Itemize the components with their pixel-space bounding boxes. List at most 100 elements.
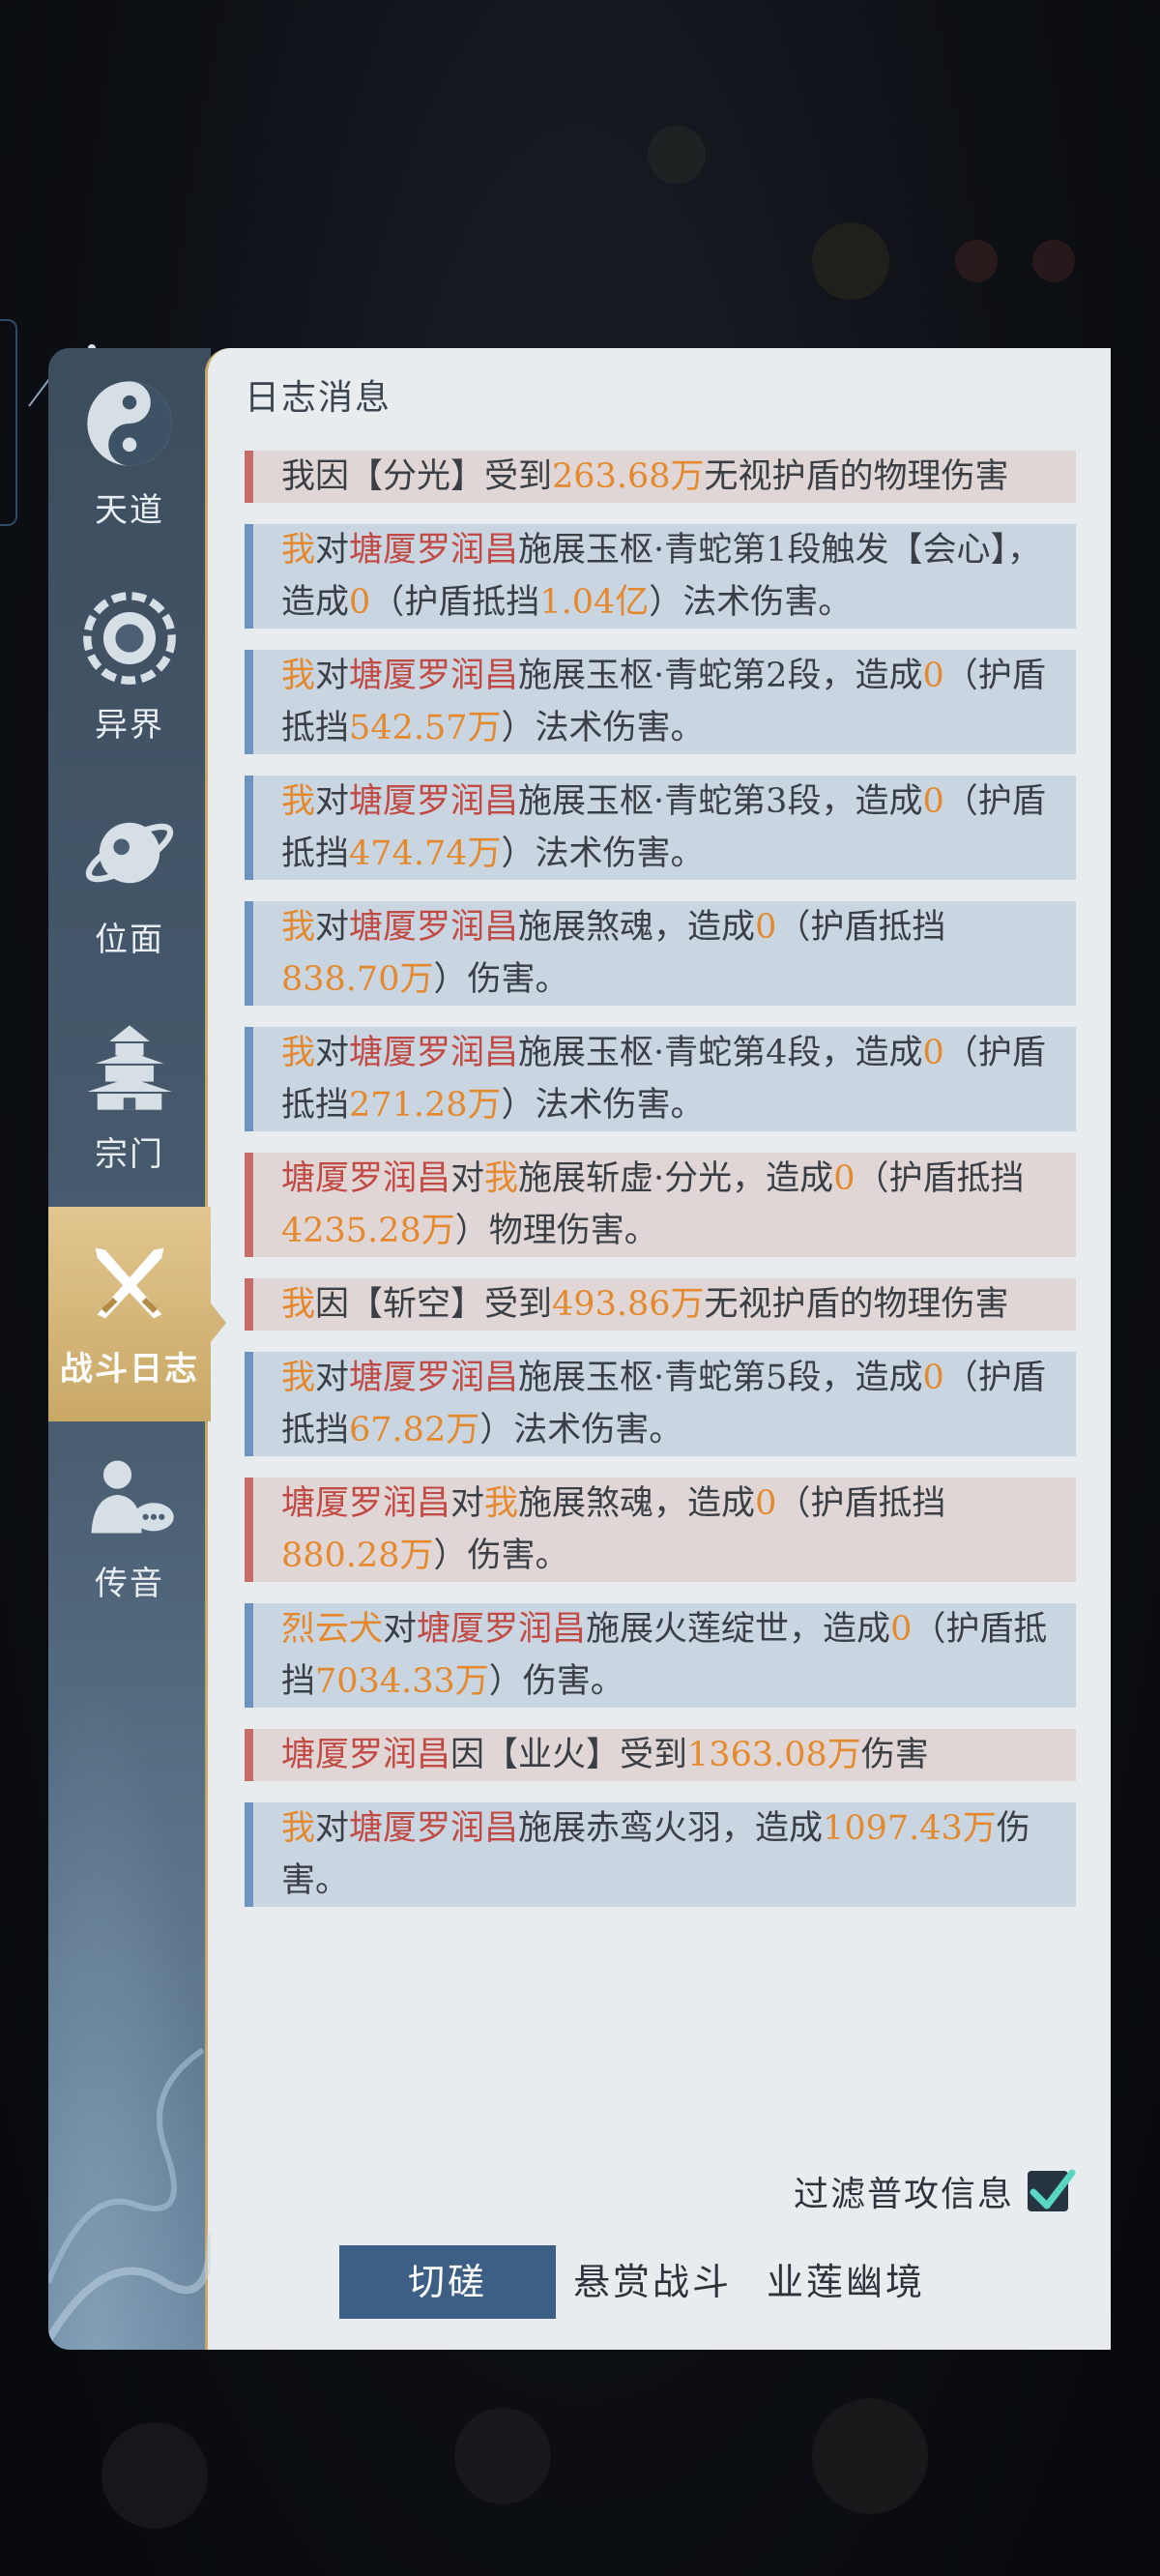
log-highlight-value: 我 xyxy=(484,1484,519,1523)
filter-checkbox[interactable] xyxy=(1028,2169,1076,2211)
log-enemy-name: 塘厦罗润昌 xyxy=(349,1809,519,1848)
log-tabs: 切磋 悬赏战斗 业莲幽境 xyxy=(339,2245,942,2319)
log-text: 无视护盾的物理伤害 xyxy=(704,457,1009,496)
log-enemy-name: 塘厦罗润昌 xyxy=(281,1484,451,1523)
log-text: 施展玉枢·青蛇第4段，造成 xyxy=(518,1034,923,1072)
log-highlight-value: 0 xyxy=(922,1034,944,1072)
log-text: 对 xyxy=(315,1359,350,1397)
log-highlight-value: 493.86万 xyxy=(552,1285,705,1324)
sidebar-item-label: 传音 xyxy=(95,1565,164,1603)
log-entry: 我因【分光】受到263.68万无视护盾的物理伤害 xyxy=(245,451,1076,503)
log-highlight-value: 我 xyxy=(281,908,316,947)
log-text: 无视护盾的物理伤害 xyxy=(704,1285,1009,1324)
tab-bounty-battle[interactable]: 悬赏战斗 xyxy=(556,2245,749,2319)
log-list[interactable]: 我因【分光】受到263.68万无视护盾的物理伤害我对塘厦罗润昌施展玉枢·青蛇第1… xyxy=(245,451,1076,2147)
log-entry: 我对塘厦罗润昌施展玉枢·青蛇第4段，造成0（护盾抵挡271.28万）法术伤害。 xyxy=(245,1027,1076,1131)
log-highlight-value: 271.28万 xyxy=(349,1086,502,1125)
log-text: ）法术伤害。 xyxy=(501,709,705,747)
sidebar-item-battle-log[interactable]: 战斗日志 xyxy=(48,1207,211,1421)
log-highlight-value: 我 xyxy=(484,1159,519,1198)
log-text: 施展火莲绽世，造成 xyxy=(586,1610,891,1649)
sidebar-item-chuanyin[interactable]: 传音 xyxy=(48,1421,211,1636)
pagoda-icon xyxy=(87,1025,172,1110)
log-highlight-value: 542.57万 xyxy=(349,709,502,747)
log-text: 对 xyxy=(450,1159,485,1198)
crossed-swords-icon xyxy=(95,1247,164,1319)
log-entry: 我对塘厦罗润昌施展玉枢·青蛇第1段触发【会心】，造成0（护盾抵挡1.04亿）法术… xyxy=(245,524,1076,629)
yin-yang-icon xyxy=(87,381,172,466)
sidebar-item-label: 战斗日志 xyxy=(60,1350,199,1389)
log-text: （护盾抵挡 xyxy=(776,908,946,947)
side-handle[interactable] xyxy=(0,319,17,526)
log-text: ）伤害。 xyxy=(433,960,569,999)
sidebar-item-label: 天道 xyxy=(95,491,164,530)
log-text: 施展煞魂，造成 xyxy=(518,1484,756,1523)
log-text: 施展煞魂，造成 xyxy=(518,908,756,947)
portal-icon xyxy=(83,592,176,685)
log-highlight-value: 烈云犬 xyxy=(281,1610,384,1649)
log-highlight-value: 0 xyxy=(755,1484,777,1523)
log-entry: 我对塘厦罗润昌施展玉枢·青蛇第2段，造成0（护盾抵挡542.57万）法术伤害。 xyxy=(245,650,1076,754)
filter-normal-attack[interactable]: 过滤普攻信息 xyxy=(794,2166,1076,2216)
log-text: ）伤害。 xyxy=(433,1537,569,1575)
checkmark-icon xyxy=(1030,2169,1076,2210)
sidebar-item-zongmen[interactable]: 宗门 xyxy=(48,992,211,1207)
log-text: 施展玉枢·青蛇第2段，造成 xyxy=(518,657,923,695)
log-text: （护盾抵挡 xyxy=(855,1159,1025,1198)
log-text: ）法术伤害。 xyxy=(649,583,853,622)
sidebar-item-yijie[interactable]: 异界 xyxy=(48,563,211,777)
log-enemy-name: 塘厦罗润昌 xyxy=(349,1034,519,1072)
sidebar-item-label: 宗门 xyxy=(95,1135,164,1174)
sidebar-item-tiandao[interactable]: 天道 xyxy=(48,348,211,563)
cloud-wave-decoration xyxy=(48,2047,211,2343)
log-enemy-name: 塘厦罗润昌 xyxy=(349,1359,519,1397)
planet-icon xyxy=(85,822,174,884)
log-highlight-value: 我 xyxy=(281,1285,316,1324)
log-highlight-value: 0 xyxy=(349,583,371,622)
log-text: 我 xyxy=(281,457,316,496)
log-highlight-value: 0 xyxy=(890,1610,913,1649)
log-text: ）法术伤害。 xyxy=(479,1411,683,1449)
log-enemy-name: 塘厦罗润昌 xyxy=(349,531,519,570)
log-highlight-value: 我 xyxy=(281,1809,316,1848)
log-text: 施展斩虚·分光，造成 xyxy=(518,1159,834,1198)
log-highlight-value: 1363.08万 xyxy=(687,1736,861,1774)
tab-qiecuo[interactable]: 切磋 xyxy=(339,2245,556,2319)
log-highlight-value: 838.70万 xyxy=(281,960,434,999)
log-text: 施展赤鸾火羽，造成 xyxy=(518,1809,824,1848)
log-enemy-name: 塘厦罗润昌 xyxy=(281,1736,451,1774)
log-entry: 我对塘厦罗润昌施展煞魂，造成0（护盾抵挡 838.70万）伤害。 xyxy=(245,901,1076,1006)
log-highlight-value: 我 xyxy=(281,657,316,695)
log-enemy-name: 塘厦罗润昌 xyxy=(417,1610,587,1649)
sidebar: 天道 异界 位面 宗门 战斗日志 传音 xyxy=(48,348,211,2350)
log-highlight-value: 我 xyxy=(281,531,316,570)
tab-yelian-realm[interactable]: 业莲幽境 xyxy=(749,2245,942,2319)
log-text: ）法术伤害。 xyxy=(501,834,705,873)
log-highlight-value: 1.04亿 xyxy=(539,583,650,622)
panel-title: 日志消息 xyxy=(245,378,392,418)
log-highlight-value: 4235.28万 xyxy=(281,1212,455,1250)
log-text: （护盾抵挡 xyxy=(370,583,540,622)
log-panel: 日志消息 我因【分光】受到263.68万无视护盾的物理伤害 我对塘厦罗润昌施展玉枢… xyxy=(205,348,1111,2350)
log-highlight-value: 0 xyxy=(833,1159,856,1198)
log-text: ）法术伤害。 xyxy=(501,1086,705,1125)
log-highlight-value: 7034.33万 xyxy=(315,1662,489,1701)
log-enemy-name: 塘厦罗润昌 xyxy=(349,657,519,695)
log-highlight-value: 我 xyxy=(281,1359,316,1397)
log-enemy-name: 塘厦罗润昌 xyxy=(281,1159,451,1198)
log-highlight-value: 880.28万 xyxy=(281,1537,434,1575)
log-highlight-value: 67.82万 xyxy=(349,1411,480,1449)
log-entry: 我对塘厦罗润昌施展赤鸾火羽，造成1097.43万伤害。 xyxy=(245,1802,1076,1907)
log-text: 对 xyxy=(315,1809,350,1848)
sidebar-item-label: 异界 xyxy=(95,706,164,745)
log-text: 对 xyxy=(315,908,350,947)
log-highlight-value: 0 xyxy=(922,1359,944,1397)
log-text: 因【业火】受到 xyxy=(450,1736,688,1774)
sidebar-item-weimian[interactable]: 位面 xyxy=(48,777,211,992)
log-text: 对 xyxy=(450,1484,485,1523)
log-text: ）物理伤害。 xyxy=(454,1212,658,1250)
log-entry: 塘厦罗润昌对我施展煞魂，造成0（护盾抵挡 880.28万）伤害。 xyxy=(245,1478,1076,1582)
log-entry: 塘厦罗润昌因【业火】受到1363.08万伤害 xyxy=(245,1729,1076,1781)
log-text: 因【斩空】受到 xyxy=(315,1285,553,1324)
log-text: （护盾抵挡 xyxy=(776,1484,946,1523)
